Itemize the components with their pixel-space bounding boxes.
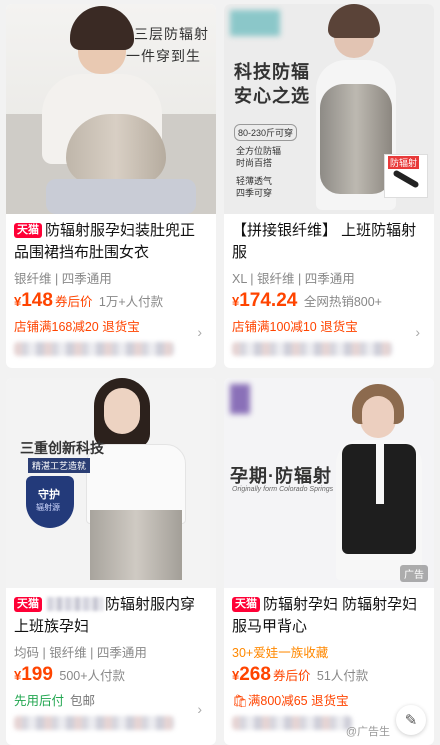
promo-text: 店铺满100减10 退货宝 [232,320,358,334]
price-row: ¥174.24 全网热销800+ [232,290,382,311]
chevron-right-icon[interactable]: › [197,701,202,717]
sold-count: 1万+人付款 [98,295,164,309]
product-title[interactable]: 天猫 防辐射孕妇 防辐射孕妇服马甲背心 [232,594,426,638]
edit-icon[interactable]: ✎ [396,705,426,735]
tmall-badge: 天猫 [232,597,260,612]
price-row: ¥268 券后价 51人付款 [232,664,369,685]
chevron-right-icon[interactable]: › [415,324,420,340]
sold-count: 500+人付款 [59,669,126,683]
product-image[interactable]: 三重创新科技 精湛工艺造就 守护 辐射源 [6,378,216,588]
size-note: 80-230斤可穿 [234,124,298,141]
promo-text: 🛍满800减65 退货宝 [232,694,349,708]
chevron-right-icon[interactable]: › [197,324,202,340]
tmall-badge: 天猫 [14,597,42,612]
device-tag: 防辐射 [388,156,420,169]
image-caption: 科技防辐 [234,62,310,82]
price-tag: 券后价 [272,669,311,683]
price-tag: 券后价 [54,295,93,309]
product-attributes: 银纤维 | 四季通用 [14,272,112,286]
shop-name-blurred[interactable] [232,342,426,360]
sold-count: 全网热销800+ [303,295,382,309]
watermark: @广告生 [345,726,390,738]
feature-note: 时尚百搭 [236,158,273,168]
feature-note: 四季可穿 [236,188,273,198]
product-image[interactable]: 三层防辐射 一件穿到生 [6,4,216,214]
shield-label: 守护 [38,489,60,501]
shield-sub: 辐射源 [36,503,60,512]
product-grid: 三层防辐射 一件穿到生 天猫 防辐射服孕妇装肚兜正品围裙挡布肚围女衣 银纤维 | … [0,0,440,745]
free-shipping: 包邮 [70,694,96,708]
product-title[interactable]: 天猫 防辐射服孕妇装肚兜正品围裙挡布肚围女衣 [14,220,208,264]
cart-icon: 🛍 [232,694,248,708]
product-title[interactable]: 【拼接银纤维】 上班防辐射服 [232,220,426,264]
product-attributes: 30+爱娃一族收藏 [232,646,329,660]
price-row: ¥199 500+人付款 [14,664,126,685]
craft-label: 精湛工艺造就 [28,458,91,473]
image-caption: 三层防辐射 [134,26,209,42]
product-image[interactable]: 科技防辐 安心之选 80-230斤可穿 全方位防辐 时尚百搭 轻薄透气 四季可穿… [224,4,434,214]
product-card[interactable]: 三重创新科技 精湛工艺造就 守护 辐射源 天猫 防辐射服内穿上班族孕妇 均码 | … [6,378,216,745]
product-card[interactable]: 科技防辐 安心之选 80-230斤可穿 全方位防辐 时尚百搭 轻薄透气 四季可穿… [224,4,434,368]
price: 199 [21,664,53,685]
sold-count: 51人付款 [316,669,369,683]
tmall-badge: 天猫 [14,223,42,238]
shop-name-blurred[interactable] [14,716,208,734]
product-image[interactable]: 孕期·防辐射 Originally form Colorado Springs … [224,378,434,588]
price: 268 [239,664,271,685]
product-card[interactable]: 三层防辐射 一件穿到生 天猫 防辐射服孕妇装肚兜正品围裙挡布肚围女衣 银纤维 | … [6,4,216,368]
price: 148 [21,290,53,311]
image-caption: 孕期·防辐射 [230,466,332,486]
product-title[interactable]: 天猫 防辐射服内穿上班族孕妇 [14,594,208,638]
ad-label: 广告 [400,565,428,582]
promo-text: 店铺满168减20 退货宝 [14,320,140,334]
image-subcaption: Originally form Colorado Springs [232,486,334,493]
pay-later: 先用后付 [14,694,65,708]
price: 174.24 [239,290,298,311]
shop-name-blurred[interactable] [14,342,208,360]
product-attributes: 均码 | 银纤维 | 四季通用 [14,646,147,660]
image-caption: 安心之选 [234,86,310,106]
image-caption: 三重创新科技 [20,440,104,456]
promo-row: 先用后付 包邮 [14,690,208,708]
price-row: ¥148 券后价 1万+人付款 [14,290,164,311]
product-attributes: XL | 银纤维 | 四季通用 [232,272,355,286]
image-caption: 一件穿到生 [126,48,201,64]
product-card[interactable]: 孕期·防辐射 Originally form Colorado Springs … [224,378,434,745]
